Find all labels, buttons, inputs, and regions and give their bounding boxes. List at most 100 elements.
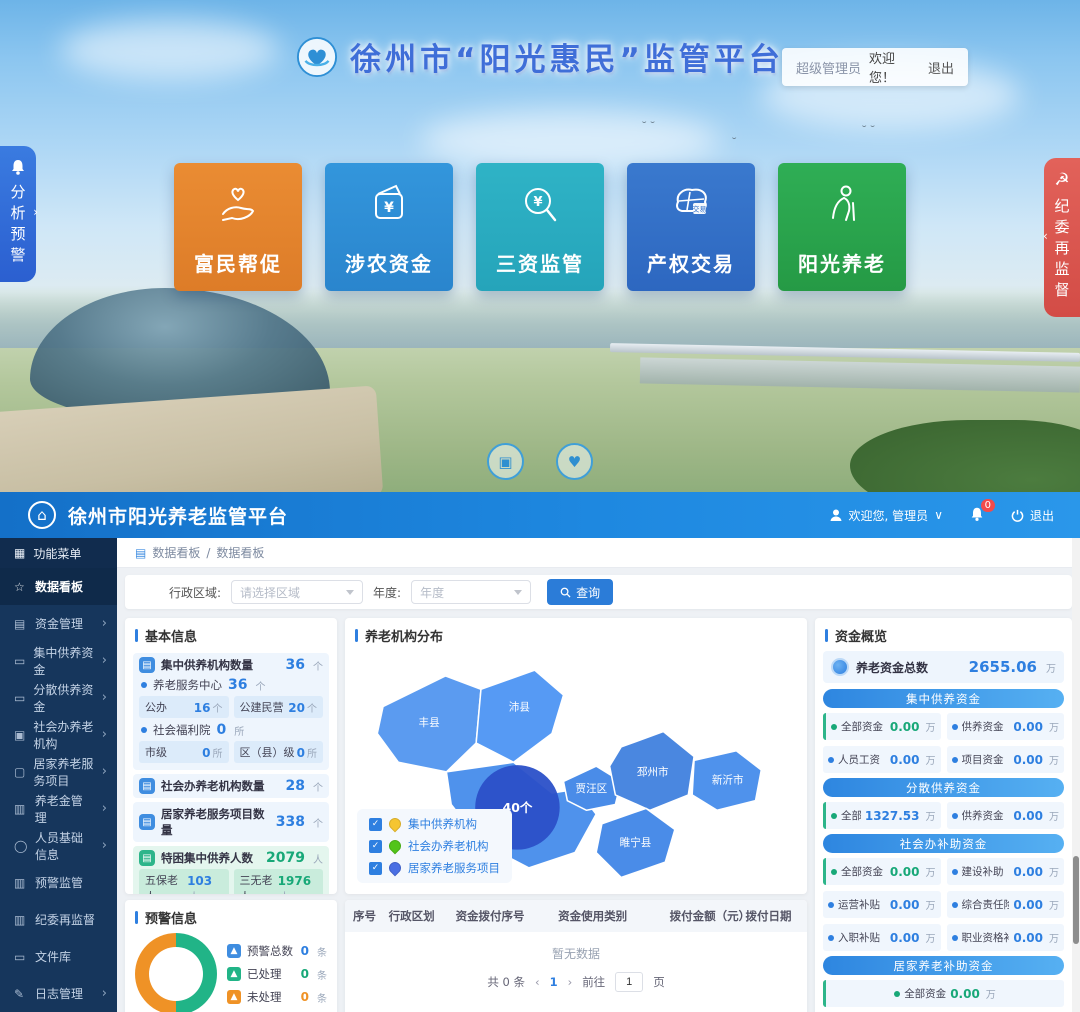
star-icon: ☆ <box>14 580 27 594</box>
fund-cell: 全部资金0.00万 <box>823 980 1064 1007</box>
map-title: 养老机构分布 <box>345 618 807 649</box>
bird: ⌄ <box>730 134 738 141</box>
page-scrollbar[interactable] <box>1072 538 1080 1012</box>
screen-icon: ▥ <box>14 913 27 927</box>
chevron-right-icon: › <box>102 838 107 853</box>
tile-fumin-bangcu[interactable]: 富民帮促 <box>174 163 302 291</box>
fund-cell: 项目资金0.00万 <box>947 746 1065 773</box>
folder-icon: ▭ <box>14 691 25 705</box>
user-icon <box>829 508 843 522</box>
sidebar-item-home-care-projects[interactable]: ▢ 居家养老服务项目 › <box>0 753 117 790</box>
search-icon <box>560 587 571 598</box>
current-page[interactable]: 1 <box>550 975 558 989</box>
heart-hands-icon[interactable]: ♥ <box>556 443 593 480</box>
sidebar-item-centralized-funds[interactable]: ▭ 集中供养资金 › <box>0 642 117 679</box>
notification-bell[interactable]: 0 <box>969 506 985 525</box>
stat-chip: 区（县）级 0所 <box>234 741 324 763</box>
svg-text:¥: ¥ <box>384 200 394 216</box>
search-button[interactable]: 查询 <box>547 579 613 605</box>
menu-header-label: 功能菜单 <box>33 545 81 562</box>
checkbox-checked[interactable]: ✓ <box>369 840 382 853</box>
centralized-support-count-block: ▤ 特困集中供养人数 2079 人 五保老人 103人 三无老人 1976人 <box>133 846 329 894</box>
chevron-right-icon: › <box>102 727 107 742</box>
year-filter-label: 年度: <box>373 584 401 601</box>
sidebar-item-social-institutions[interactable]: ▣ 社会办养老机构 › <box>0 716 117 753</box>
sidebar-item-decentralized-funds[interactable]: ▭ 分散供养资金 › <box>0 679 117 716</box>
doc-icon: ▤ <box>139 657 155 673</box>
chevron-down-icon: ∨ <box>934 508 943 522</box>
tile-yangguang-yanglao[interactable]: 阳光养老 <box>778 163 906 291</box>
fund-allocation-table-card: 序号 行政区划 资金拨付序号 资金使用类别 拨付金额（元） 拨付日期 暂无数据 … <box>345 900 807 1012</box>
yellow-pin-icon <box>387 816 404 833</box>
sidebar-item-personnel-info[interactable]: ◯ 人员基础信息 › <box>0 827 117 864</box>
prev-page-button[interactable]: ‹ <box>535 975 540 989</box>
sidebar-item-file-library[interactable]: ▭ 文件库 <box>0 938 117 975</box>
party-emblem-icon: ☭ <box>1054 170 1069 190</box>
logout-button[interactable]: 退出 <box>1011 507 1054 524</box>
main-content: ▤ 数据看板 / 数据看板 行政区域: 请选择区域 年度: 年度 查询 <box>117 538 1080 1012</box>
id-card-icon[interactable]: ▣ <box>487 443 524 480</box>
heart-in-hand-icon <box>209 176 267 234</box>
legend-social-institutions[interactable]: ✓ 社会办养老机构 <box>369 838 500 854</box>
tile-shenong-zijin[interactable]: ¥ 涉农资金 <box>325 163 453 291</box>
tile-label: 阳光养老 <box>798 248 886 277</box>
checkbox-checked[interactable]: ✓ <box>369 818 382 831</box>
alarm-icon: ▲ <box>227 944 241 958</box>
ledger-icon: ▥ <box>14 802 27 816</box>
tile-label: 产权交易 <box>647 248 735 277</box>
sidebar-item-data-board[interactable]: ☆ 数据看板 <box>0 568 117 605</box>
coin-icon <box>831 658 849 676</box>
alarm-icon: ▲ <box>227 990 241 1004</box>
fund-cell: 供养资金0.00万 <box>947 802 1065 829</box>
bird: ⌄⌄ <box>860 122 877 129</box>
sidebar-item-warning-supervision[interactable]: ▥ 预警监管 <box>0 864 117 901</box>
warning-total-row: ▲ 预警总数 0 条 <box>227 943 327 959</box>
power-icon <box>1011 509 1024 522</box>
year-select[interactable]: 年度 <box>411 580 531 604</box>
dashboard-header: ⌂ 徐州市阳光养老监管平台 欢迎您, 管理员 ∨ 0 <box>0 492 1080 538</box>
dashboard-title: 徐州市阳光养老监管平台 <box>68 502 288 529</box>
checkbox-checked[interactable]: ✓ <box>369 862 382 875</box>
sidebar-item-pension-management[interactable]: ▥ 养老金管理 › <box>0 790 117 827</box>
discipline-supervision-badge[interactable]: ☭ 纪委再监督 ‹ <box>1044 158 1080 317</box>
breadcrumb-part1[interactable]: 数据看板 <box>152 544 200 561</box>
warning-info-card: 预警信息 ▲ 预警总数 0 条 ▲ 已处理 0 条 <box>125 900 337 1012</box>
chevron-right-icon: › <box>102 986 107 1001</box>
tile-chanquan-jiaoyi[interactable]: 交易 产权交易 <box>627 163 755 291</box>
basic-info-title: 基本信息 <box>125 618 337 649</box>
section-band-decentralized: 分散供养资金 <box>823 778 1064 797</box>
scrollbar-thumb[interactable] <box>1073 856 1079 944</box>
stat-chip: 五保老人 103人 <box>139 869 229 894</box>
building-icon: ▣ <box>14 728 25 742</box>
chevron-right-icon: › <box>102 653 107 668</box>
next-page-button[interactable]: › <box>568 975 573 989</box>
district-label: 睢宁县 <box>620 836 652 849</box>
document-icon: ▤ <box>135 546 146 560</box>
analysis-warning-badge[interactable]: 分析预警 › <box>0 146 36 282</box>
user-menu[interactable]: 欢迎您, 管理员 ∨ <box>829 507 943 524</box>
chevron-left-icon: ‹ <box>1043 229 1048 243</box>
chevron-right-icon: › <box>102 801 107 816</box>
sidebar-item-discipline-supervision[interactable]: ▥ 纪委再监督 <box>0 901 117 938</box>
goto-page-input[interactable] <box>615 972 643 992</box>
fund-cell: 人员工资0.00万 <box>823 746 941 773</box>
funds-overview-card: 资金概览 养老资金总数 2655.06 万 集中供养资金 全部资金0.00万 供… <box>815 618 1072 1012</box>
legend-home-care-projects[interactable]: ✓ 居家养老服务项目 <box>369 860 500 876</box>
region-select[interactable]: 请选择区域 <box>231 580 363 604</box>
legend-centralized-institutions[interactable]: ✓ 集中供养机构 <box>369 816 500 832</box>
chevron-right-icon: › <box>102 764 107 779</box>
stat-chip: 三无老人 1976人 <box>234 869 324 894</box>
alarm-icon: ▲ <box>227 967 241 981</box>
sidebar-item-fund-management[interactable]: ▤ 资金管理 › <box>0 605 117 642</box>
ledger-icon: ▤ <box>14 617 27 631</box>
section-band-centralized: 集中供养资金 <box>823 689 1064 708</box>
sidebar-item-log-management[interactable]: ✎ 日志管理 › <box>0 975 117 1012</box>
hero-section: ⌄⌄ ⌄ ⌄⌄ 徐州市“阳光惠民”监管平台 超级管理员 欢迎您！ 退出 <box>0 0 1080 492</box>
tile-sanzi-jianguan[interactable]: ¥ 三资监管 <box>476 163 604 291</box>
section-band-home-care-subsidy: 居家养老补助资金 <box>823 956 1064 975</box>
table-pagination: 共 0 条 ‹ 1 › 前往 页 <box>345 972 807 992</box>
fund-cell: 综合责任险0.00万 <box>947 891 1065 918</box>
hero-logout-button[interactable]: 退出 <box>928 58 954 77</box>
warning-info-title: 预警信息 <box>125 900 337 931</box>
welcome-text: 欢迎您！ <box>869 48 920 86</box>
